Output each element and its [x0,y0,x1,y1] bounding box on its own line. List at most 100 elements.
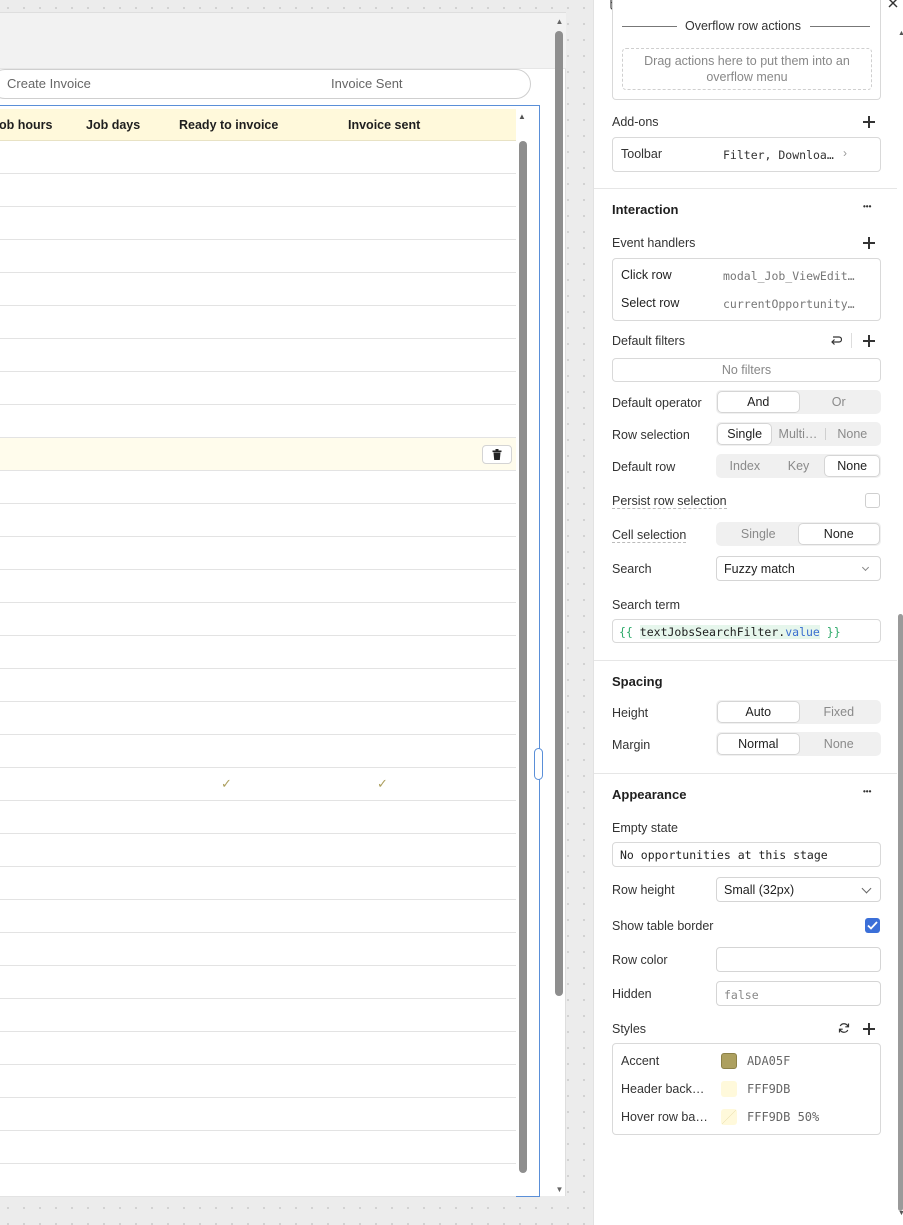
row-selection-toggle: Single Multi… None [716,422,881,446]
table-row[interactable] [0,900,516,933]
table-row[interactable] [0,1065,516,1098]
table-row[interactable] [0,141,516,174]
row-color-input[interactable] [716,947,881,972]
table-row[interactable] [0,339,516,372]
table-row[interactable] [0,735,516,768]
table-scroll-up-icon[interactable]: ▲ [518,112,526,121]
interaction-more-icon[interactable]: ••• [863,203,871,211]
row-selection-multi-option[interactable]: Multi… [771,424,824,444]
select-row-value[interactable]: currentOpportunity… [723,297,855,311]
style-header-background-value[interactable]: FFF9DB [747,1082,790,1096]
close-icon[interactable] [888,0,898,8]
cell-selection-none-option[interactable]: None [798,524,879,544]
margin-normal-option[interactable]: Normal [718,734,799,754]
table-row[interactable] [0,570,516,603]
style-hover-row-background-value[interactable]: FFF9DB 50% [747,1110,819,1124]
table-row[interactable] [0,174,516,207]
search-mode-select[interactable]: Fuzzy match [716,556,881,581]
default-row-none-option[interactable]: None [825,456,880,476]
table-row[interactable] [0,636,516,669]
table-row[interactable] [0,207,516,240]
table-row[interactable] [0,1164,516,1197]
no-filters-box[interactable]: No filters [612,358,881,382]
column-header-ready-to-invoice[interactable]: Ready to invoice [179,118,278,132]
table-row[interactable] [0,471,516,504]
table-row[interactable] [0,405,516,438]
table-row[interactable] [0,273,516,306]
add-style-plus-icon[interactable] [863,1023,875,1035]
add-addon-plus-icon[interactable] [863,116,875,128]
overflow-drop-zone[interactable]: Drag actions here to put them into an ov… [622,48,872,90]
add-filter-plus-icon[interactable] [863,335,875,347]
row-height-select[interactable]: Small (32px) [716,877,881,902]
table-row[interactable] [0,504,516,537]
show-table-border-checkbox[interactable] [865,918,880,933]
row-selection-single-option[interactable]: Single [718,424,772,444]
table-row[interactable] [0,537,516,570]
undo-icon[interactable] [830,335,842,346]
table-row[interactable] [0,1032,516,1065]
hidden-input[interactable]: false [716,981,881,1006]
canvas-scroll-up-icon[interactable]: ▲ [555,17,564,26]
table-row[interactable] [0,1098,516,1131]
inspector-scroll-up-icon[interactable]: ▲ [898,30,903,37]
table-row[interactable] [0,834,516,867]
header-background-color-swatch[interactable] [721,1081,737,1097]
table-scrollbar[interactable] [519,141,527,1173]
table-row[interactable] [0,438,516,471]
click-row-value[interactable]: modal_Job_ViewEdit… [723,269,855,283]
table-row[interactable] [0,603,516,636]
step-invoice-sent[interactable]: Invoice Sent [331,76,403,91]
inspector-scroll-down-icon[interactable]: ▼ [898,1210,903,1217]
table-row[interactable] [0,306,516,339]
style-hover-row-background-label[interactable]: Hover row ba… [621,1110,708,1124]
resize-handle[interactable] [534,748,543,780]
column-header-job-days[interactable]: Job days [86,118,140,132]
search-term-input[interactable]: {{ textJobsSearchFilter.value }} [612,619,881,643]
table-row[interactable] [0,1131,516,1164]
style-accent-label[interactable]: Accent [621,1054,659,1068]
toolbar-addon-row[interactable]: Toolbar Filter, Downloa… › [612,137,881,172]
operator-and-option[interactable]: And [718,392,799,412]
empty-state-input[interactable]: No opportunities at this stage [612,842,881,867]
table-row[interactable] [0,240,516,273]
table-row[interactable] [0,372,516,405]
toolbar-label: Toolbar [621,147,662,161]
cell-selection-toggle: Single None [716,522,881,546]
margin-none-option[interactable]: None [799,734,880,754]
operator-or-option[interactable]: Or [799,392,880,412]
persist-row-selection-checkbox[interactable] [865,493,880,508]
appearance-more-icon[interactable]: ••• [863,788,871,796]
click-row-label[interactable]: Click row [621,268,672,282]
table-row[interactable] [0,966,516,999]
row-height-label: Row height [612,883,675,897]
canvas-scroll-down-icon[interactable]: ▼ [555,1185,564,1194]
table-row[interactable] [0,801,516,834]
height-auto-option[interactable]: Auto [718,702,799,722]
table-row[interactable] [0,867,516,900]
table-row[interactable] [0,933,516,966]
step-create-invoice[interactable]: Create Invoice [7,76,91,91]
accent-color-swatch[interactable] [721,1053,737,1069]
table-row[interactable] [0,702,516,735]
column-header-invoice-sent[interactable]: Invoice sent [348,118,420,132]
hover-row-color-swatch[interactable] [721,1109,737,1125]
style-header-background-label[interactable]: Header back… [621,1082,704,1096]
inspector-scroll-thumb[interactable] [898,614,903,1211]
select-row-label[interactable]: Select row [621,296,679,310]
table-row[interactable] [0,669,516,702]
height-fixed-option[interactable]: Fixed [799,702,880,722]
default-row-key-option[interactable]: Key [772,456,826,476]
add-event-handler-plus-icon[interactable] [863,237,875,249]
table-row[interactable] [0,999,516,1032]
delete-row-button[interactable] [482,445,512,464]
reset-styles-icon[interactable] [838,1022,850,1034]
canvas-scrollbar[interactable] [555,31,563,996]
column-header-job-hours[interactable]: Job hours [0,118,52,132]
style-accent-value[interactable]: ADA05F [747,1054,790,1068]
table-row[interactable]: ✓ ✓ [0,768,516,801]
inspector-scrollbar[interactable]: ▲ ▼ [898,0,903,1225]
cell-selection-single-option[interactable]: Single [718,524,799,544]
row-selection-none-option[interactable]: None [826,424,879,444]
default-row-index-option[interactable]: Index [718,456,772,476]
